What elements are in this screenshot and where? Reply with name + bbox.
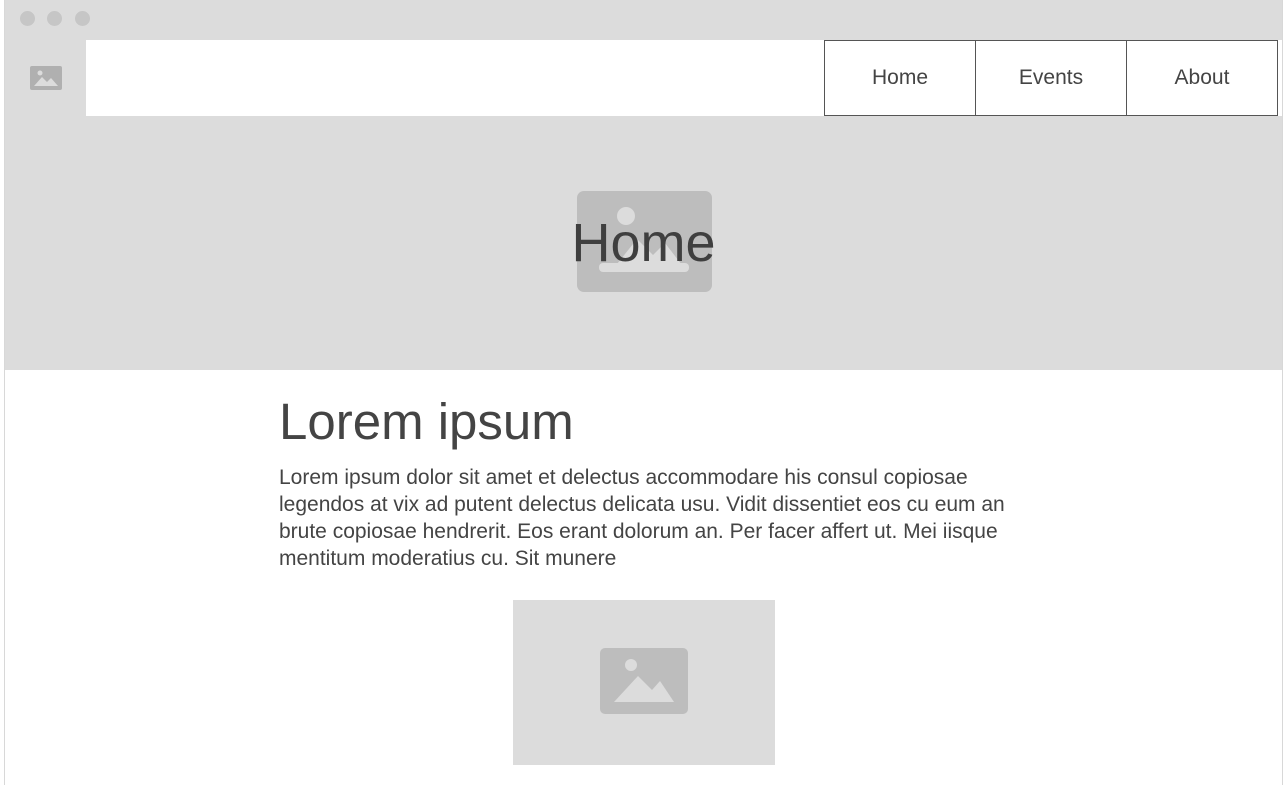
window-minimize-button[interactable] (47, 11, 62, 26)
site-header: Home Events About (5, 40, 1282, 116)
image-placeholder-icon (600, 648, 688, 719)
hero-banner: Home (5, 116, 1282, 370)
main-nav: Home Events About (824, 40, 1278, 116)
site-logo[interactable] (5, 40, 86, 116)
nav-item-home[interactable]: Home (824, 40, 976, 116)
hero-title: Home (571, 213, 716, 273)
window-maximize-button[interactable] (75, 11, 90, 26)
content-image (513, 600, 775, 765)
content-heading: Lorem ipsum (279, 393, 574, 450)
nav-item-events[interactable]: Events (975, 40, 1127, 116)
main-content: Lorem ipsum Lorem ipsum dolor sit amet e… (279, 370, 1009, 572)
window-titlebar (5, 0, 1282, 40)
browser-window: Home Events About Home Lorem ipsum Lorem… (4, 0, 1283, 785)
window-close-button[interactable] (20, 11, 35, 26)
content-paragraph: Lorem ipsum dolor sit amet et delectus a… (279, 466, 1005, 570)
image-placeholder-icon (30, 66, 62, 95)
nav-item-about[interactable]: About (1126, 40, 1278, 116)
